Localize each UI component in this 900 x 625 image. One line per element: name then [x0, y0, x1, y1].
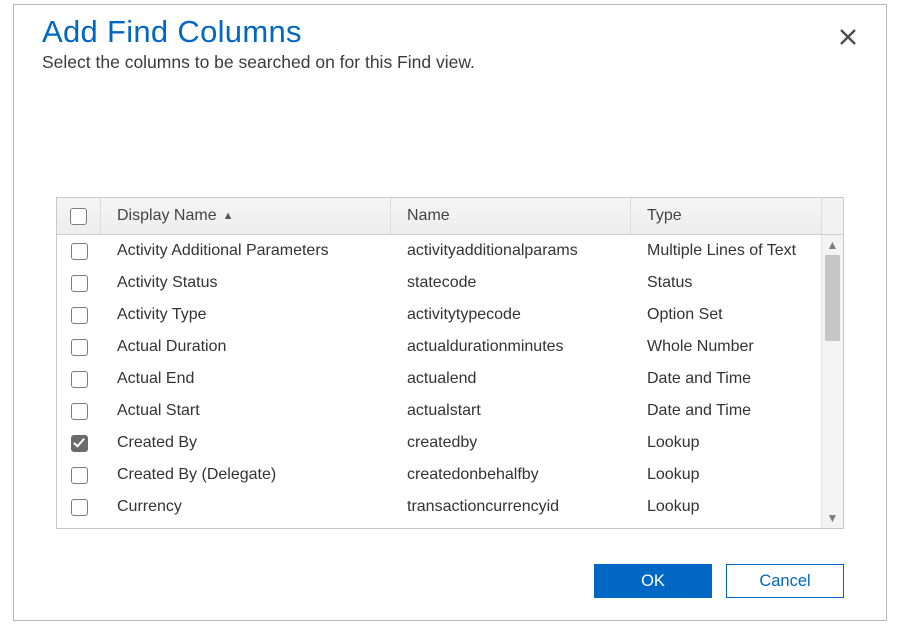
table-row[interactable]: Created BycreatedbyLookup	[57, 427, 821, 459]
row-checkbox-cell	[57, 467, 101, 484]
cell-display-name: Created By (Delegate)	[101, 466, 391, 484]
close-button[interactable]	[838, 27, 862, 51]
row-checkbox-cell	[57, 435, 101, 452]
cell-name: activityadditionalparams	[391, 242, 631, 260]
header-display-name[interactable]: Display Name ▲	[101, 198, 391, 234]
row-checkbox-cell	[57, 307, 101, 324]
header-type-label: Type	[647, 207, 682, 225]
cell-display-name: Activity Status	[101, 274, 391, 292]
sort-asc-icon: ▲	[223, 210, 234, 222]
header-scroll-spacer	[821, 198, 843, 234]
cell-type: Multiple Lines of Text	[631, 242, 821, 260]
cell-type: Lookup	[631, 466, 821, 484]
columns-grid: Display Name ▲ Name Type Activity Additi…	[56, 197, 844, 529]
close-icon	[838, 27, 858, 47]
cell-name: actualstart	[391, 402, 631, 420]
row-checkbox-cell	[57, 275, 101, 292]
cell-display-name: Activity Type	[101, 306, 391, 324]
cell-display-name: Actual End	[101, 370, 391, 388]
row-checkbox-cell	[57, 371, 101, 388]
cell-name: createdby	[391, 434, 631, 452]
row-checkbox[interactable]	[71, 467, 88, 484]
cell-type: Lookup	[631, 498, 821, 516]
select-all-checkbox[interactable]	[70, 208, 87, 225]
row-checkbox-cell	[57, 403, 101, 420]
table-row[interactable]: Actual DurationactualdurationminutesWhol…	[57, 331, 821, 363]
table-row[interactable]: Activity Additional Parametersactivityad…	[57, 235, 821, 267]
row-checkbox-cell	[57, 499, 101, 516]
scroll-up-arrow-icon[interactable]: ▲	[822, 235, 843, 255]
table-row[interactable]: Actual StartactualstartDate and Time	[57, 395, 821, 427]
cell-display-name: Created By	[101, 434, 391, 452]
cell-display-name: Activity Additional Parameters	[101, 242, 391, 260]
cell-type: Date and Time	[631, 402, 821, 420]
row-checkbox[interactable]	[71, 435, 88, 452]
table-row[interactable]: CurrencytransactioncurrencyidLookup	[57, 491, 821, 523]
cell-name: actualend	[391, 370, 631, 388]
cell-display-name: Currency	[101, 498, 391, 516]
cell-type: Whole Number	[631, 338, 821, 356]
row-checkbox[interactable]	[71, 371, 88, 388]
cell-display-name: Actual Duration	[101, 338, 391, 356]
grid-header-row: Display Name ▲ Name Type	[57, 198, 843, 235]
cell-type: Status	[631, 274, 821, 292]
dialog-header: Add Find Columns Select the columns to b…	[14, 5, 886, 73]
row-checkbox[interactable]	[71, 339, 88, 356]
row-checkbox[interactable]	[71, 243, 88, 260]
dialog-subtitle: Select the columns to be searched on for…	[42, 52, 858, 73]
cell-type: Option Set	[631, 306, 821, 324]
ok-button-label: OK	[641, 572, 665, 591]
row-checkbox-cell	[57, 339, 101, 356]
table-row[interactable]: Actual EndactualendDate and Time	[57, 363, 821, 395]
cell-type: Date and Time	[631, 370, 821, 388]
add-find-columns-dialog: Add Find Columns Select the columns to b…	[13, 4, 887, 621]
dialog-footer: OK Cancel	[594, 564, 844, 598]
cell-name: transactioncurrencyid	[391, 498, 631, 516]
cell-name: statecode	[391, 274, 631, 292]
grid-body: Activity Additional Parametersactivityad…	[57, 235, 821, 528]
cell-type: Lookup	[631, 434, 821, 452]
cancel-button-label: Cancel	[759, 572, 810, 591]
row-checkbox[interactable]	[71, 275, 88, 292]
header-type[interactable]: Type	[631, 198, 821, 234]
row-checkbox[interactable]	[71, 499, 88, 516]
table-row[interactable]: Activity StatusstatecodeStatus	[57, 267, 821, 299]
dialog-title: Add Find Columns	[42, 14, 858, 50]
cell-name: actualdurationminutes	[391, 338, 631, 356]
scroll-down-arrow-icon[interactable]: ▼	[822, 508, 843, 528]
ok-button[interactable]: OK	[594, 564, 712, 598]
scroll-thumb[interactable]	[825, 255, 840, 341]
row-checkbox[interactable]	[71, 403, 88, 420]
vertical-scrollbar[interactable]: ▲ ▼	[821, 235, 843, 528]
table-row[interactable]: Created By (Delegate)createdonbehalfbyLo…	[57, 459, 821, 491]
cell-display-name: Actual Start	[101, 402, 391, 420]
cell-name: createdonbehalfby	[391, 466, 631, 484]
cell-name: activitytypecode	[391, 306, 631, 324]
cancel-button[interactable]: Cancel	[726, 564, 844, 598]
row-checkbox[interactable]	[71, 307, 88, 324]
table-row[interactable]: Activity TypeactivitytypecodeOption Set	[57, 299, 821, 331]
header-select-all-cell	[57, 198, 101, 234]
header-display-name-label: Display Name	[117, 207, 217, 225]
header-name[interactable]: Name	[391, 198, 631, 234]
header-name-label: Name	[407, 207, 450, 225]
row-checkbox-cell	[57, 243, 101, 260]
